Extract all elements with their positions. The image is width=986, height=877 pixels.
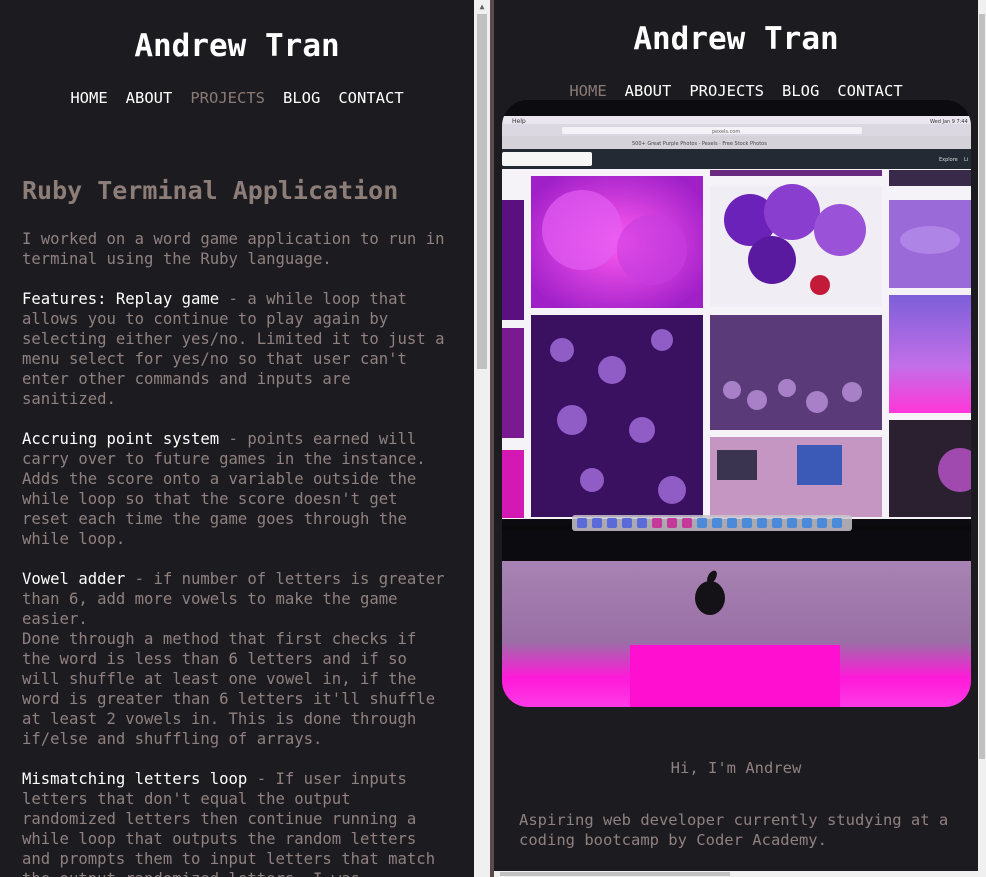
hero-image: Help Wed Jan 9 7:44 pexels.com 500+ Grea… [502, 100, 971, 707]
nav-contact[interactable]: CONTACT [338, 89, 403, 107]
left-scrollbar[interactable]: ▲ [474, 0, 490, 877]
imac-photo-illustration: Help Wed Jan 9 7:44 pexels.com 500+ Grea… [502, 100, 971, 707]
feature-name: Vowel adder [22, 570, 126, 588]
feature-points: Accruing point system - points earned wi… [22, 429, 452, 549]
right-horizontal-scrollbar[interactable] [494, 871, 978, 877]
scrollbar-thumb[interactable] [500, 872, 730, 876]
site-title: Andrew Tran [633, 21, 839, 57]
left-page-pane: Andrew Tran HOME ABOUT PROJECTS BLOG CON… [0, 0, 474, 877]
scrollbar-thumb[interactable] [979, 14, 985, 759]
main-nav: HOME ABOUT PROJECTS BLOG CONTACT [494, 82, 978, 100]
site-nav-explore: Explore [939, 157, 958, 163]
feature-name: Accruing point system [22, 430, 220, 448]
nav-blog[interactable]: BLOG [283, 89, 320, 107]
address-bar-text: pexels.com [712, 129, 740, 135]
about-text: Aspiring web developer currently studyin… [519, 811, 949, 849]
feature-vowel: Vowel adder - if number of letters is gr… [22, 569, 452, 749]
project-description: I worked on a word game application to r… [22, 229, 452, 877]
nav-contact[interactable]: CONTACT [837, 82, 902, 100]
project-title: Ruby Terminal Application [22, 176, 399, 205]
greeting-text: Hi, I'm Andrew [670, 759, 802, 777]
nav-home[interactable]: HOME [70, 89, 107, 107]
feature-name: Features: Replay game [22, 290, 220, 308]
site-nav-extra: Li [964, 157, 968, 163]
scrollbar-thumb[interactable] [477, 14, 487, 369]
nav-home[interactable]: HOME [569, 82, 606, 100]
feature-name: Mismatching letters loop [22, 770, 248, 788]
feature-replay: Features: Replay game - a while loop tha… [22, 289, 452, 409]
nav-about[interactable]: ABOUT [126, 89, 173, 107]
site-title: Andrew Tran [134, 28, 340, 64]
feature-mismatch: Mismatching letters loop - If user input… [22, 769, 452, 877]
nav-projects[interactable]: PROJECTS [190, 89, 265, 107]
scroll-up-arrow-icon[interactable]: ▲ [474, 0, 490, 14]
nav-blog[interactable]: BLOG [782, 82, 819, 100]
nav-projects[interactable]: PROJECTS [689, 82, 764, 100]
feature-extra: Done through a method that first checks … [22, 630, 436, 748]
right-page-pane: Andrew Tran HOME ABOUT PROJECTS BLOG CON… [494, 0, 978, 877]
nav-about[interactable]: ABOUT [625, 82, 672, 100]
right-scrollbar[interactable] [978, 0, 986, 877]
menu-help-text: Help [512, 118, 526, 125]
main-nav: HOME ABOUT PROJECTS BLOG CONTACT [0, 89, 474, 107]
browser-tab-text: 500+ Great Purple Photos · Pexels · Free… [632, 141, 767, 147]
project-intro: I worked on a word game application to r… [22, 230, 445, 268]
